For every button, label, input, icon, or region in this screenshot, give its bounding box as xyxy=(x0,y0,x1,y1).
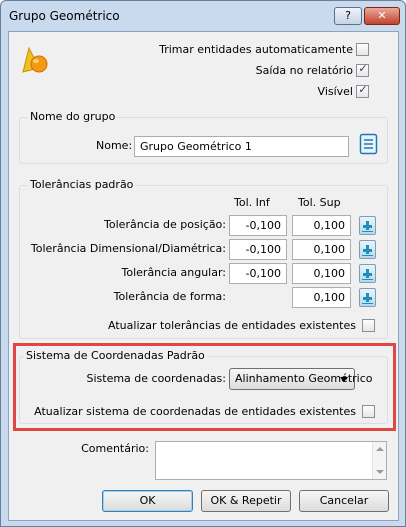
tolerance-label: Tolerância de posição: xyxy=(104,218,226,231)
tolerance-label: Tolerância angular: xyxy=(121,266,226,279)
group-name-panel: Nome do grupo Nome: Grupo Geométrico 1 xyxy=(19,110,388,164)
comment-scrollbar[interactable] xyxy=(372,442,386,479)
update-tolerances-checkbox[interactable] xyxy=(362,319,375,332)
help-button[interactable]: ? xyxy=(334,7,362,25)
tolerance-sup-input[interactable]: 0,100 xyxy=(292,287,351,308)
tolerances-legend: Tolerâncias padrão xyxy=(28,178,136,191)
visible-label: Visível xyxy=(317,85,353,98)
add-icon[interactable] xyxy=(359,216,376,235)
coords-legend: Sistema de Coordenadas Padrão xyxy=(24,349,207,362)
tolerance-inf-input[interactable]: -0,100 xyxy=(229,239,287,260)
coords-panel: Sistema de Coordenadas Padrão Sistema de… xyxy=(19,349,388,424)
add-icon[interactable] xyxy=(359,288,376,307)
tolerance-sup-input[interactable]: 0,100 xyxy=(292,263,351,284)
tolerance-label: Tolerância de forma: xyxy=(113,290,226,303)
tolerance-sup-input[interactable]: 0,100 xyxy=(292,215,351,236)
trim-checkbox[interactable] xyxy=(356,43,369,56)
add-icon[interactable] xyxy=(359,240,376,259)
dialog-window: Grupo Geométrico ? ✕ Trimar entidades au… xyxy=(0,0,406,527)
tolerances-panel: Tolerâncias padrão Tol. Inf Tol. Sup Tol… xyxy=(19,178,388,339)
comment-textarea[interactable] xyxy=(155,441,387,480)
window-title: Grupo Geométrico xyxy=(9,9,120,23)
report-label: Saída no relatório xyxy=(255,64,353,77)
tol-sup-header: Tol. Sup xyxy=(298,196,341,209)
update-coords-checkbox[interactable] xyxy=(362,405,375,418)
coord-system-value: Alinhamento Geométrico xyxy=(235,372,373,385)
add-icon[interactable] xyxy=(359,264,376,283)
name-input[interactable]: Grupo Geométrico 1 xyxy=(134,136,349,157)
title-bar[interactable]: Grupo Geométrico ? ✕ xyxy=(1,1,405,31)
tolerance-inf-input[interactable]: -0,100 xyxy=(229,215,287,236)
geometry-icon xyxy=(22,46,48,73)
report-checkbox[interactable]: ✓ xyxy=(356,62,369,77)
coord-system-label: Sistema de coordenadas: xyxy=(86,372,226,385)
check-icon: ✓ xyxy=(358,62,368,75)
update-tolerances-label: Atualizar tolerâncias de entidades exist… xyxy=(108,319,356,332)
notes-icon[interactable] xyxy=(359,133,379,155)
check-icon: ✓ xyxy=(358,83,368,96)
visible-checkbox[interactable]: ✓ xyxy=(356,83,369,98)
group-name-legend: Nome do grupo xyxy=(28,110,118,123)
chevron-down-icon xyxy=(340,377,348,382)
ok-button[interactable]: OK xyxy=(102,490,193,512)
name-label: Nome: xyxy=(96,139,133,152)
cancel-button[interactable]: Cancelar xyxy=(299,490,389,512)
comment-label: Comentário: xyxy=(81,442,149,455)
ok-repeat-button[interactable]: OK & Repetir xyxy=(201,490,291,512)
update-coords-label: Atualizar sistema de coordenadas de enti… xyxy=(34,405,356,418)
close-button[interactable]: ✕ xyxy=(364,7,400,25)
scroll-down-icon[interactable] xyxy=(376,470,384,474)
tolerance-label: Tolerância Dimensional/Diamétrica: xyxy=(30,242,226,255)
trim-label: Trimar entidades automaticamente xyxy=(159,43,353,56)
tolerance-inf-input[interactable]: -0,100 xyxy=(229,263,287,284)
dialog-body: Trimar entidades automaticamente Saída n… xyxy=(8,31,399,521)
scroll-up-icon[interactable] xyxy=(376,447,384,451)
tolerance-sup-input[interactable]: 0,100 xyxy=(292,239,351,260)
coord-system-select[interactable]: Alinhamento Geométrico xyxy=(229,368,373,390)
tol-inf-header: Tol. Inf xyxy=(234,196,270,209)
